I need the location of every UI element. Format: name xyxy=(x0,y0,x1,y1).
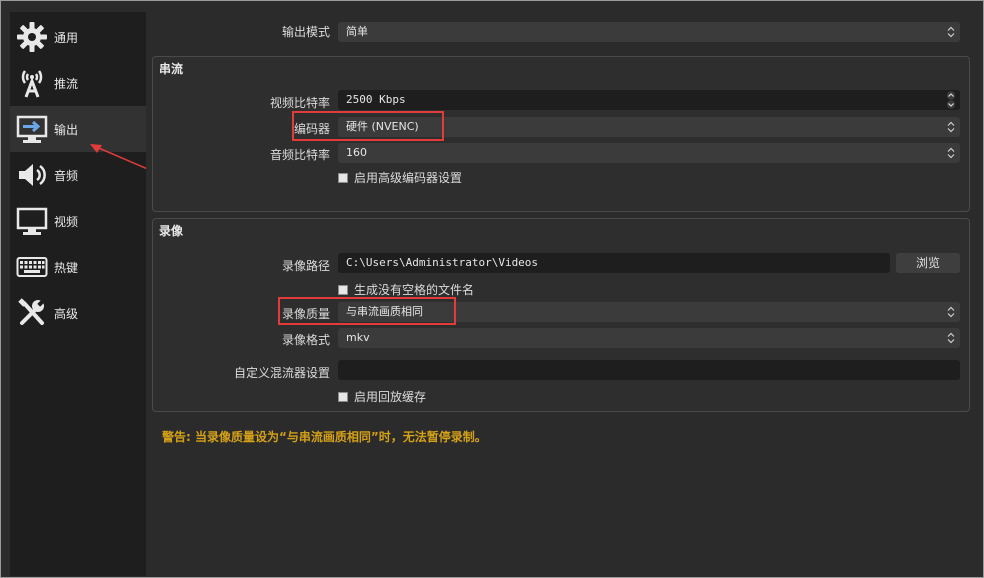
output-settings-panel: 输出模式 简单 串流 视频比特率 2500 Kbps 编码器 硬件 (NVENC… xyxy=(146,12,976,576)
chevron-updown-icon xyxy=(942,302,960,322)
video-bitrate-label: 视频比特率 xyxy=(269,96,330,110)
chevron-updown-icon xyxy=(942,22,960,42)
settings-sidebar: 通用 推流 输出 音频 视频 热键 高级 xyxy=(10,12,146,576)
no-space-filename-checkbox[interactable]: 生成没有空格的文件名 xyxy=(338,281,474,298)
monitor-output-icon xyxy=(14,111,50,147)
sidebar-item-label: 音频 xyxy=(54,168,79,183)
monitor-icon xyxy=(14,203,50,239)
custom-muxer-label: 自定义混流器设置 xyxy=(233,366,330,380)
advanced-encoder-label: 启用高级编码器设置 xyxy=(354,171,463,185)
recording-quality-value: 与串流画质相同 xyxy=(346,305,423,318)
sidebar-item-label: 视频 xyxy=(54,214,79,229)
sidebar-item-hotkeys[interactable]: 热键 xyxy=(10,244,146,290)
sidebar-item-advanced[interactable]: 高级 xyxy=(10,290,146,336)
checkbox-box[interactable] xyxy=(338,284,348,295)
keyboard-icon xyxy=(14,249,50,285)
encoder-select[interactable]: 硬件 (NVENC) xyxy=(338,117,960,137)
replay-buffer-checkbox[interactable]: 启用回放缓存 xyxy=(338,388,426,405)
advanced-encoder-checkbox[interactable]: 启用高级编码器设置 xyxy=(338,169,462,186)
recording-format-label: 录像格式 xyxy=(281,333,330,347)
recording-quality-label: 录像质量 xyxy=(281,307,330,321)
tools-icon xyxy=(14,295,50,331)
encoder-label: 编码器 xyxy=(293,122,330,136)
browse-button[interactable]: 浏览 xyxy=(896,253,960,273)
pause-warning-text: 警告: 当录像质量设为“与串流画质相同”时，无法暂停录制。 xyxy=(162,430,487,444)
chevron-updown-icon xyxy=(942,143,960,163)
gear-icon xyxy=(14,19,50,55)
sidebar-item-stream[interactable]: 推流 xyxy=(10,60,146,106)
checkbox-box[interactable] xyxy=(338,391,348,402)
recording-path-field[interactable]: C:\Users\Administrator\Videos xyxy=(338,253,890,273)
chevron-updown-icon xyxy=(942,328,960,348)
broadcast-icon xyxy=(14,65,50,101)
speaker-icon xyxy=(14,157,50,193)
output-mode-value: 简单 xyxy=(346,25,368,38)
recording-format-value: mkv xyxy=(346,331,370,344)
audio-bitrate-label: 音频比特率 xyxy=(269,148,330,162)
chevron-updown-icon xyxy=(942,117,960,137)
recording-quality-select[interactable]: 与串流画质相同 xyxy=(338,302,960,322)
spin-arrows-icon[interactable] xyxy=(942,90,960,110)
audio-bitrate-select[interactable]: 160 xyxy=(338,143,960,163)
sidebar-item-label: 输出 xyxy=(54,122,79,137)
sidebar-item-label: 热键 xyxy=(54,260,79,275)
output-mode-label: 输出模式 xyxy=(281,25,330,39)
sidebar-item-general[interactable]: 通用 xyxy=(10,14,146,60)
audio-bitrate-value: 160 xyxy=(346,146,367,159)
replay-buffer-label: 启用回放缓存 xyxy=(354,390,427,404)
sidebar-item-label: 高级 xyxy=(54,306,79,321)
video-bitrate-value: 2500 Kbps xyxy=(346,93,406,106)
sidebar-item-video[interactable]: 视频 xyxy=(10,198,146,244)
checkbox-box[interactable] xyxy=(338,172,348,183)
sidebar-item-label: 推流 xyxy=(54,76,79,91)
sidebar-item-label: 通用 xyxy=(54,30,79,45)
recording-path-label: 录像路径 xyxy=(281,259,330,273)
streaming-group-title: 串流 xyxy=(159,62,184,76)
output-mode-select[interactable]: 简单 xyxy=(338,22,960,42)
encoder-value: 硬件 (NVENC) xyxy=(346,120,419,133)
no-space-filename-label: 生成没有空格的文件名 xyxy=(354,283,475,297)
recording-format-select[interactable]: mkv xyxy=(338,328,960,348)
recording-group-title: 录像 xyxy=(159,224,184,238)
custom-muxer-field[interactable] xyxy=(338,360,960,380)
video-bitrate-spinbox[interactable]: 2500 Kbps xyxy=(338,90,960,110)
